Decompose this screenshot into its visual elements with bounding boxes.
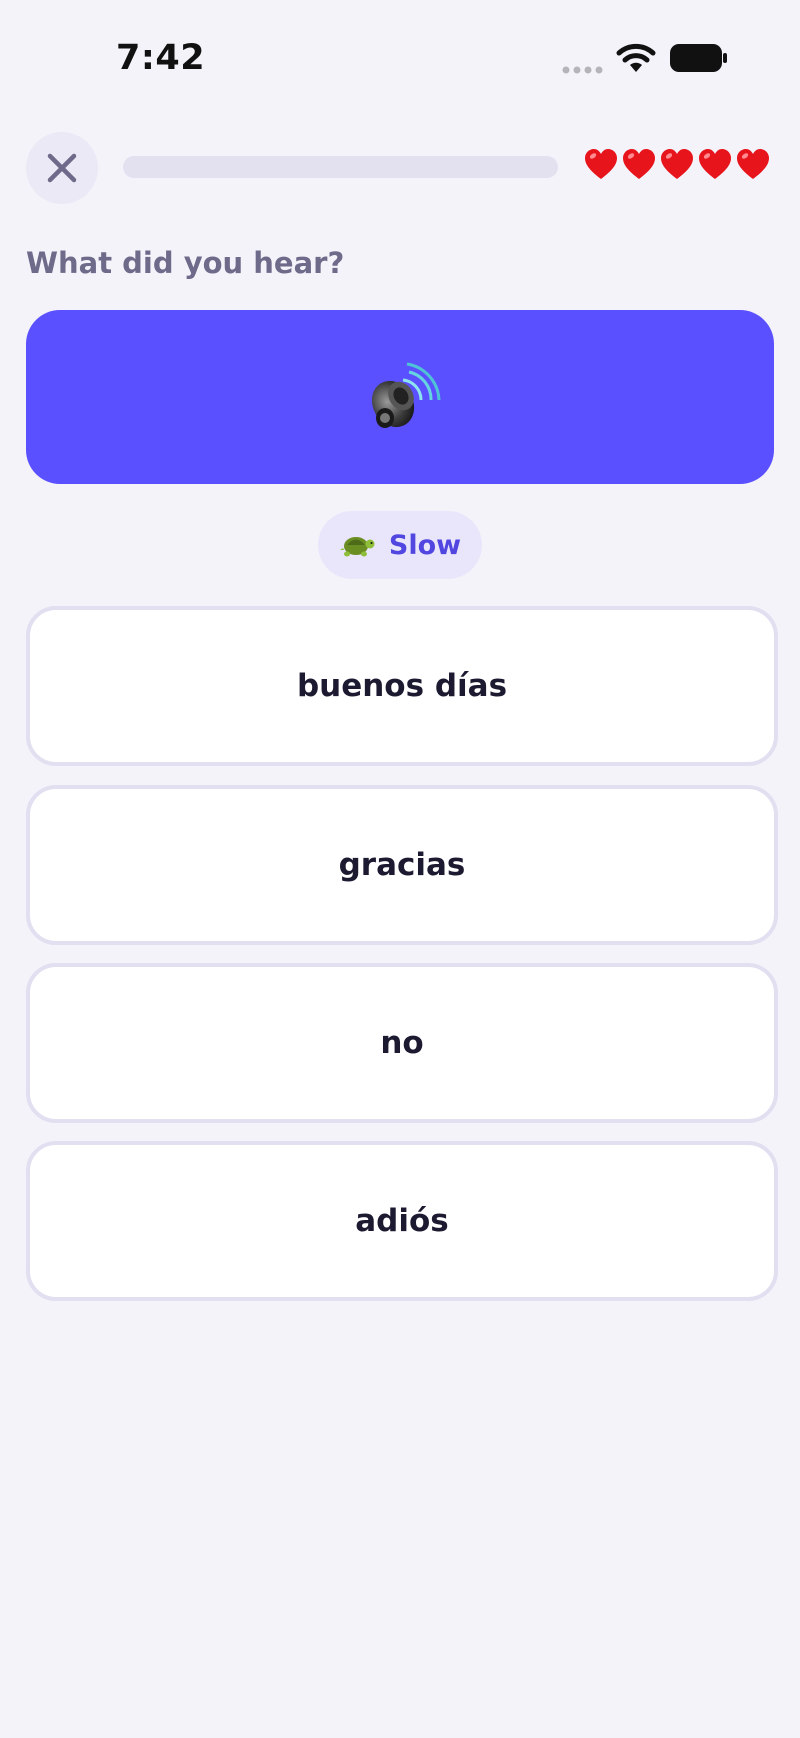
wifi-icon (616, 43, 656, 72)
play-audio-button[interactable] (26, 310, 774, 484)
lesson-progress-bar (123, 156, 558, 178)
answer-option-no[interactable]: no (26, 963, 778, 1123)
cellular-dots-icon (562, 66, 603, 74)
status-time: 7:42 (116, 38, 206, 78)
answer-option-label: adiós (355, 1203, 449, 1239)
battery-icon (670, 44, 727, 72)
heart-icon (623, 149, 655, 179)
slow-playback-button[interactable]: Slow (318, 511, 482, 579)
slow-label: Slow (388, 529, 462, 561)
turtle-icon (339, 537, 375, 557)
close-icon (47, 153, 77, 183)
answer-option-label: buenos días (296, 668, 508, 704)
heart-icon (699, 149, 731, 179)
answer-option-label: no (380, 1025, 424, 1061)
answer-option-adios[interactable]: adiós (26, 1141, 778, 1301)
close-button[interactable] (26, 132, 98, 204)
hearts-lives (584, 148, 770, 188)
status-bar: 7:42 (0, 0, 800, 110)
heart-icon (585, 149, 617, 179)
heart-icon (737, 149, 769, 179)
listening-exercise-screen: 7:42 What did you hear? Slow buenos días… (0, 0, 800, 1738)
exercise-prompt: What did you hear? (26, 246, 345, 280)
answer-option-label: gracias (338, 847, 466, 883)
answer-option-gracias[interactable]: gracias (26, 785, 778, 945)
heart-icon (661, 149, 693, 179)
speaker-icon (371, 362, 441, 428)
answer-option-buenos-dias[interactable]: buenos días (26, 606, 778, 766)
